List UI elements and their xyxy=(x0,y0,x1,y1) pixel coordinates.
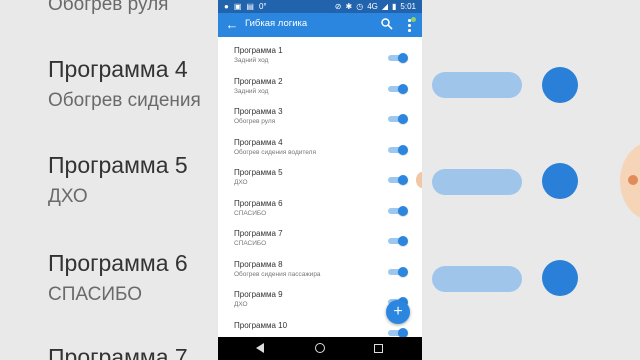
program-title: Программа 9 xyxy=(234,290,283,299)
program-title: Программа 10 xyxy=(234,320,288,330)
bg-toggle-track xyxy=(432,72,522,98)
program-title: Программа 8 xyxy=(234,259,283,269)
page-title: Гибкая логика xyxy=(245,18,308,29)
bg-toggle-knob xyxy=(542,260,578,296)
program-subtitle: СПАСИБО xyxy=(234,240,267,247)
phone-screen: ● ▣ ▤ 0° ⊘ ✱ ◷ 4G ◢ ▮ 5:01 ← Гибкая логи… xyxy=(218,0,422,360)
program-title: Программа 2 xyxy=(234,76,283,86)
list-item[interactable]: Программа 6 СПАСИБО xyxy=(218,190,422,221)
list-item[interactable]: Программа 8 Обогрев сидения пассажира xyxy=(218,251,422,282)
floating-handle[interactable] xyxy=(416,172,422,188)
image-icon: ▣ xyxy=(233,2,242,11)
back-arrow-icon[interactable]: ← xyxy=(224,16,240,34)
bg-line: Программа 7 xyxy=(48,344,188,360)
program-subtitle: Задний ход xyxy=(234,57,269,64)
program-subtitle: ДХО xyxy=(234,301,248,308)
gallery-icon: ▤ xyxy=(246,2,254,11)
program-toggle[interactable] xyxy=(388,235,408,247)
list-item[interactable]: Программа 4 Обогрев сидения водителя xyxy=(218,129,422,160)
bg-toggle-knob xyxy=(542,163,578,199)
bg-line: ДХО xyxy=(48,186,88,207)
clock-text: 5:01 xyxy=(400,2,416,11)
status-bar: ● ▣ ▤ 0° ⊘ ✱ ◷ 4G ◢ ▮ 5:01 xyxy=(218,0,422,13)
program-toggle[interactable] xyxy=(388,52,408,64)
bg-floating-handle-dot xyxy=(628,175,638,185)
bg-line: Программа 6 xyxy=(48,250,188,276)
program-toggle[interactable] xyxy=(388,205,408,217)
program-toggle[interactable] xyxy=(388,266,408,278)
program-title: Программа 4 xyxy=(234,137,283,147)
nav-back-icon[interactable] xyxy=(256,343,264,353)
app-bar: ← Гибкая логика xyxy=(218,13,422,37)
navigation-bar xyxy=(218,337,422,360)
program-list: Программа 1 Задний ход Программа 2 Задни… xyxy=(218,37,422,337)
program-subtitle: Обогрев руля xyxy=(234,118,276,125)
bg-line: Обогрев руля xyxy=(48,0,169,15)
search-icon[interactable] xyxy=(380,17,394,31)
nav-home-icon[interactable] xyxy=(315,343,325,353)
program-toggle[interactable] xyxy=(388,144,408,156)
add-program-button[interactable]: + xyxy=(386,300,410,324)
battery-icon: ▮ xyxy=(392,2,397,11)
program-subtitle: Обогрев сидения водителя xyxy=(234,148,316,156)
program-toggle[interactable] xyxy=(388,174,408,186)
program-title: Программа 5 xyxy=(234,168,283,177)
program-toggle[interactable] xyxy=(388,83,408,95)
list-item[interactable]: Программа 3 Обогрев руля xyxy=(218,98,422,129)
program-subtitle: Задний ход xyxy=(234,87,269,95)
bg-toggle-track xyxy=(432,266,522,292)
alarm-icon: ◷ xyxy=(356,2,364,11)
bg-line: Обогрев сидения xyxy=(48,90,201,111)
bg-toggle-knob xyxy=(542,67,578,103)
program-title: Программа 3 xyxy=(234,107,283,116)
network-text: 4G xyxy=(367,2,378,11)
program-title: Программа 6 xyxy=(234,198,283,208)
bg-line: Программа 5 xyxy=(48,152,188,178)
program-title: Программа 7 xyxy=(234,229,283,238)
program-toggle[interactable] xyxy=(388,113,408,125)
background-right xyxy=(422,0,640,360)
bg-toggle-track xyxy=(432,169,522,195)
list-item[interactable]: Программа 5 ДХО xyxy=(218,159,422,190)
program-title: Программа 1 xyxy=(234,46,283,55)
notification-dot xyxy=(411,17,416,22)
bg-line: Программа 4 xyxy=(48,56,188,82)
mute-icon: ⊘ xyxy=(334,2,342,11)
program-subtitle: СПАСИБО xyxy=(234,209,267,217)
list-item[interactable]: Программа 1 Задний ход xyxy=(218,37,422,68)
bluetooth-icon: ✱ xyxy=(345,2,353,11)
program-toggle[interactable] xyxy=(388,327,408,337)
list-item[interactable]: Программа 7 СПАСИБО xyxy=(218,220,422,251)
nav-recents-icon[interactable] xyxy=(374,344,383,353)
program-subtitle: ДХО xyxy=(234,179,248,186)
signal-icon: ◢ xyxy=(381,2,389,11)
list-item[interactable]: Программа 2 Задний ход xyxy=(218,68,422,99)
bg-line: СПАСИБО xyxy=(48,284,143,305)
degree-text: 0° xyxy=(258,2,267,11)
background-left: Обогрев руля Программа 4 Обогрев сидения… xyxy=(0,0,218,360)
record-icon: ● xyxy=(224,2,229,11)
program-subtitle: Обогрев сидения пассажира xyxy=(234,270,321,278)
